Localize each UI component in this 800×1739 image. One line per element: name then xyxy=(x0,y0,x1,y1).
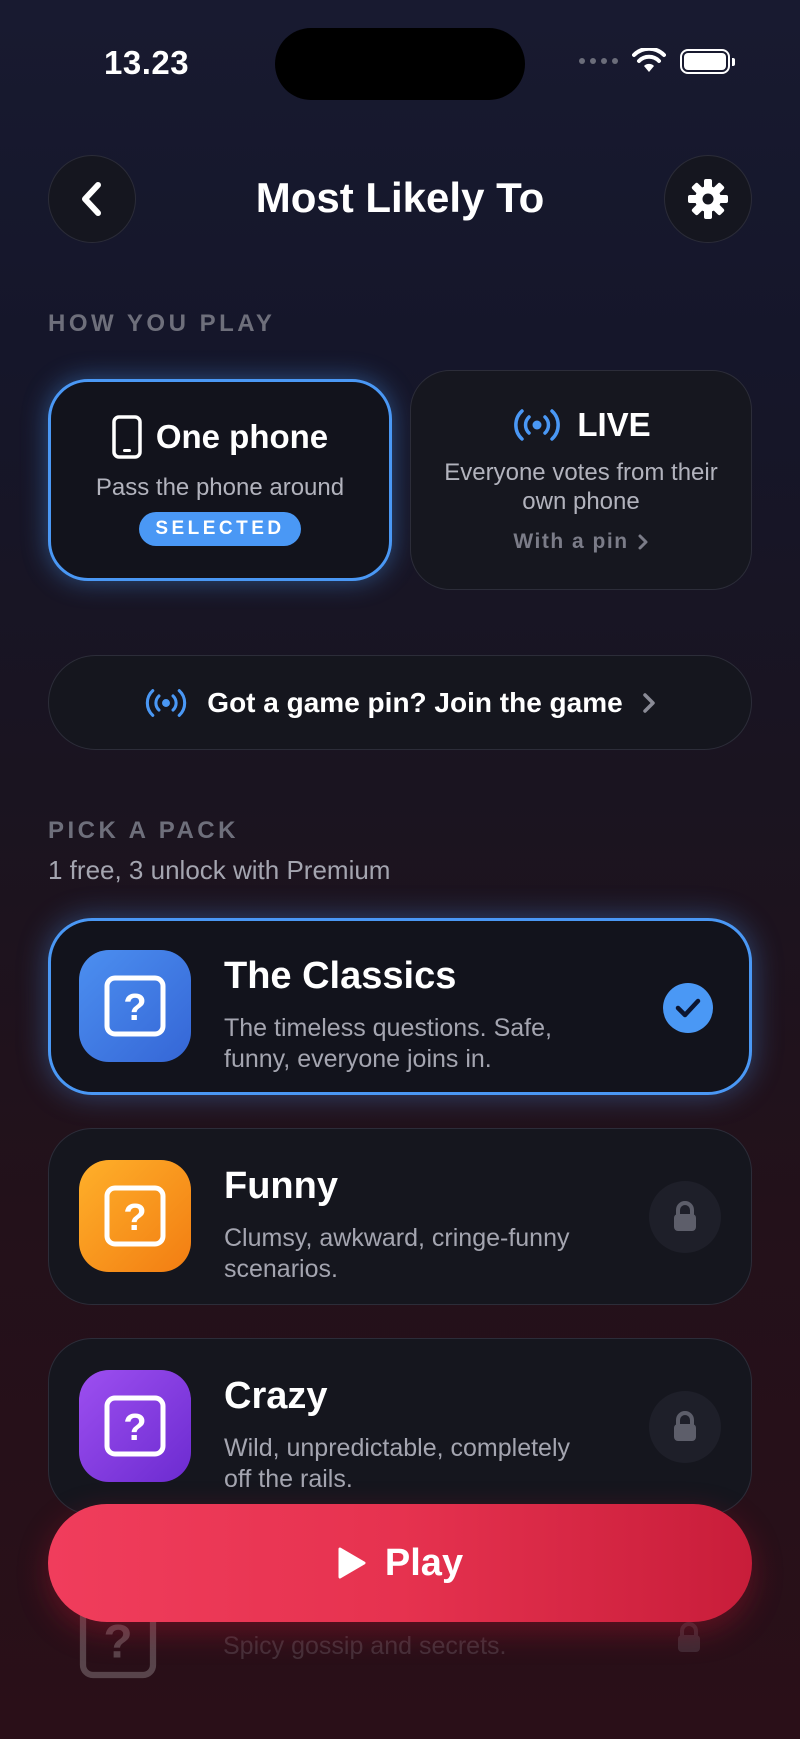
svg-text:?: ? xyxy=(123,1197,146,1239)
live-desc: Everyone votes from their own phone xyxy=(444,459,718,515)
one-phone-desc: Pass the phone around xyxy=(95,473,345,501)
question-icon: ? xyxy=(79,950,191,1062)
dynamic-island xyxy=(275,28,525,100)
with-a-pin-link[interactable]: With a pin xyxy=(513,530,648,554)
pack-title: Funny xyxy=(224,1165,338,1207)
status-indicators xyxy=(579,48,735,74)
phone-icon xyxy=(112,414,142,459)
status-time: 13.23 xyxy=(104,44,190,81)
live-title: LIVE xyxy=(577,406,651,443)
chevron-right-icon xyxy=(638,534,648,550)
chevron-right-icon xyxy=(642,692,655,713)
status-bar: 13.23 xyxy=(0,0,800,110)
live-mode-card[interactable]: LIVE Everyone votes from their own phone… xyxy=(410,370,752,590)
broadcast-icon xyxy=(146,688,187,717)
pack-title: The Classics xyxy=(224,955,457,997)
gear-icon xyxy=(688,179,728,219)
settings-button[interactable] xyxy=(664,155,752,243)
pack-card-crazy[interactable]: ? Crazy Wild, unpredictable, completely … xyxy=(48,1338,752,1515)
with-a-pin-label: With a pin xyxy=(513,530,629,553)
battery-icon xyxy=(680,48,735,74)
lock-icon xyxy=(676,1622,702,1659)
svg-text:?: ? xyxy=(123,987,146,1029)
lock-icon xyxy=(649,1391,721,1463)
pack-desc: Spicy gossip and secrets. xyxy=(223,1632,507,1660)
pack-desc: Clumsy, awkward, cringe-funny scenarios. xyxy=(224,1224,570,1283)
question-icon: ? xyxy=(79,1160,191,1272)
pack-desc: Wild, unpredictable, completely off the … xyxy=(224,1434,570,1493)
pack-card-funny[interactable]: ? Funny Clumsy, awkward, cringe-funny sc… xyxy=(48,1128,752,1305)
svg-text:?: ? xyxy=(123,1407,146,1449)
svg-text:?: ? xyxy=(103,1616,132,1669)
question-icon: ? xyxy=(79,1370,191,1482)
play-button[interactable]: Play xyxy=(48,1504,752,1622)
broadcast-icon xyxy=(514,409,561,441)
pack-desc: The timeless questions. Safe, funny, eve… xyxy=(224,1014,552,1073)
play-label: Play xyxy=(384,1541,464,1584)
pack-card-classics[interactable]: ? The Classics The timeless questions. S… xyxy=(48,918,752,1095)
join-game-button[interactable]: Got a game pin? Join the game xyxy=(48,655,752,750)
how-you-play-label: HOW YOU PLAY xyxy=(48,310,276,337)
signal-icon xyxy=(579,58,618,64)
join-game-label: Got a game pin? Join the game xyxy=(207,686,623,718)
one-phone-title: One phone xyxy=(155,417,329,455)
pick-a-pack-subtitle: 1 free, 3 unlock with Premium xyxy=(48,855,391,885)
wifi-icon xyxy=(632,48,666,72)
selected-badge: SELECTED xyxy=(139,511,301,546)
play-icon xyxy=(338,1547,366,1579)
pick-a-pack-label: PICK A PACK xyxy=(48,817,239,844)
one-phone-heading: One phone xyxy=(112,414,329,459)
live-heading: LIVE xyxy=(511,406,651,444)
one-phone-mode-card[interactable]: One phone Pass the phone around SELECTED xyxy=(48,379,392,581)
lock-icon xyxy=(649,1181,721,1253)
pack-title: Crazy xyxy=(224,1375,328,1417)
checkmark-icon xyxy=(663,983,713,1033)
